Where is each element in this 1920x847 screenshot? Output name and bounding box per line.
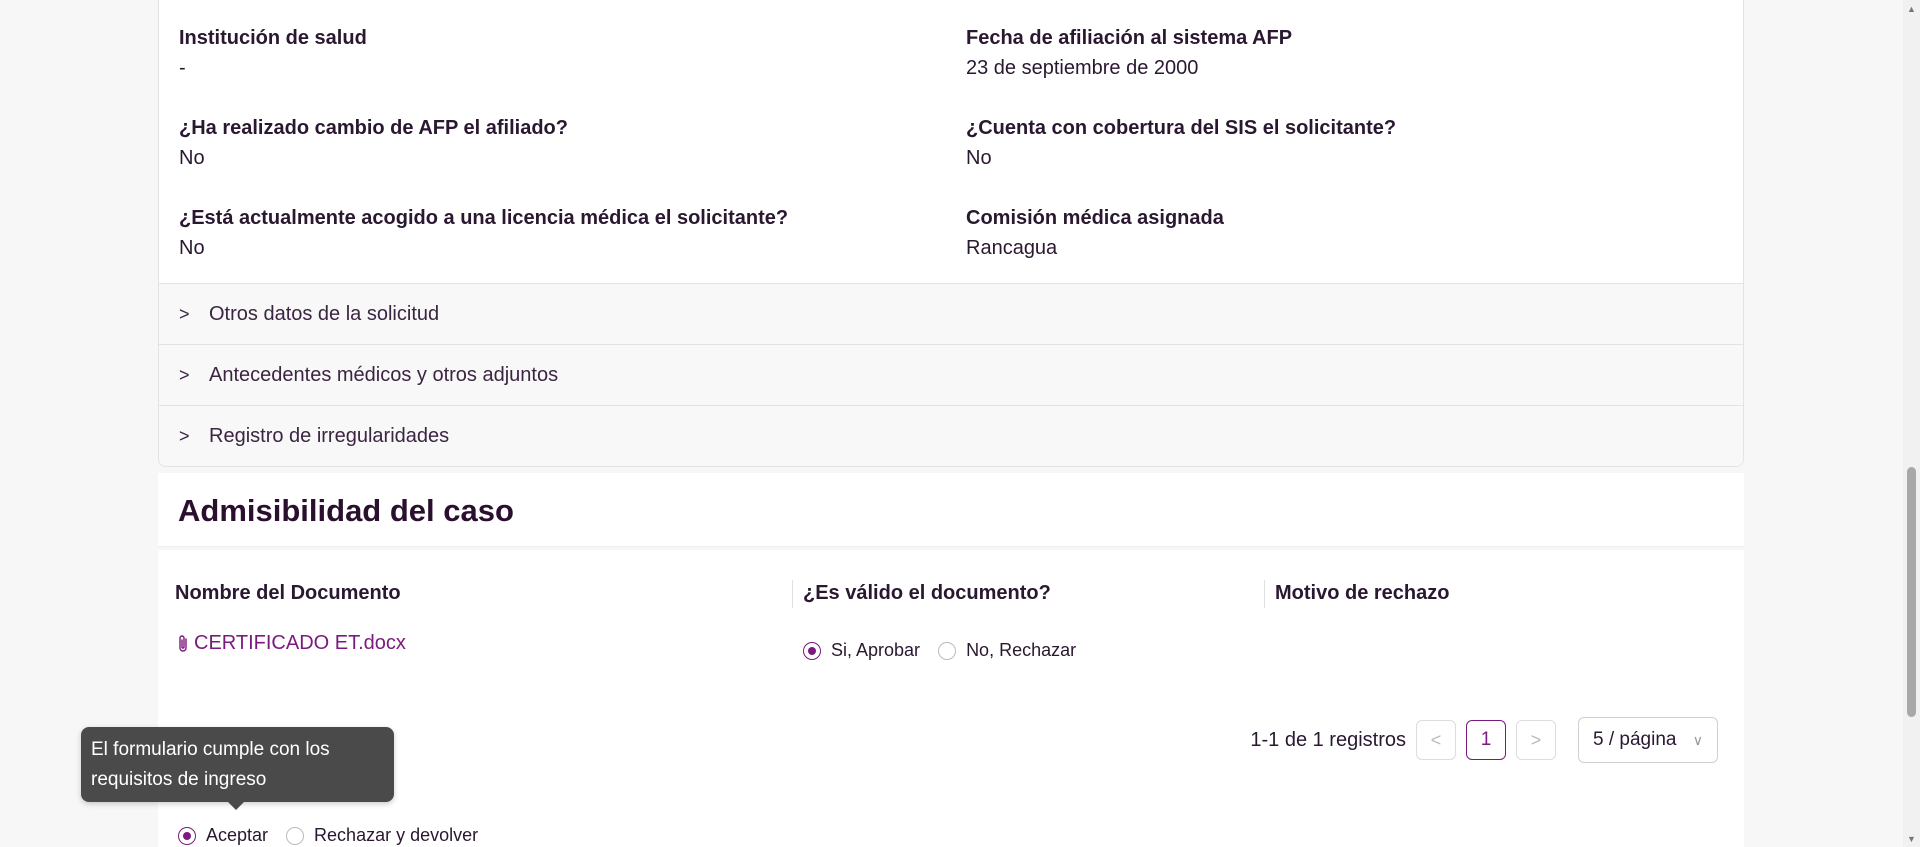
solicitud-decision-radio-group: Aceptar Rechazar y devolver	[178, 825, 496, 846]
field-licencia-medica: ¿Está actualmente acogido a una licencia…	[179, 207, 788, 260]
radio-unchecked-icon	[286, 826, 305, 845]
document-link[interactable]: CERTIFICADO ET.docx	[176, 632, 406, 655]
accordion-registro-irregularidades[interactable]: > Registro de irregularidades	[159, 405, 1743, 466]
radio-label: Rechazar y devolver	[314, 825, 479, 845]
column-divider	[1264, 580, 1265, 608]
tooltip: El formulario cumple con los requisitos …	[81, 727, 394, 810]
field-value: Rancagua	[966, 237, 1058, 259]
solicitud-info-card: Institución de salud - Fecha de afiliaci…	[158, 0, 1744, 467]
pagination: 1-1 de 1 registros < 1 > 5 / página ∨	[1250, 717, 1718, 763]
scroll-up-icon[interactable]: ▲	[1903, 0, 1920, 17]
radio-si-aprobar[interactable]: Si, Aprobar	[803, 640, 920, 661]
field-value: 23 de septiembre de 2000	[966, 57, 1199, 79]
page-size-value: 5 / página	[1593, 729, 1677, 750]
field-label: Fecha de afiliación al sistema AFP	[966, 27, 1293, 49]
field-institucion-salud: Institución de salud -	[179, 27, 367, 80]
page-size-select[interactable]: 5 / página ∨	[1578, 717, 1718, 763]
accordion-label: Otros datos de la solicitud	[209, 302, 440, 325]
field-label: ¿Ha realizado cambio de AFP el afiliado?	[179, 117, 568, 139]
accordion-antecedentes-medicos[interactable]: > Antecedentes médicos y otros adjuntos	[159, 344, 1743, 405]
field-label: ¿Está actualmente acogido a una licencia…	[179, 207, 789, 229]
chevron-right-icon: >	[179, 303, 190, 324]
field-value: -	[179, 57, 186, 79]
column-header-valido: ¿Es válido el documento?	[803, 582, 1051, 604]
radio-label: Si, Aprobar	[831, 640, 921, 660]
scroll-down-icon[interactable]: ▼	[1903, 830, 1920, 847]
accordion-label: Antecedentes médicos y otros adjuntos	[209, 363, 559, 386]
prev-page-button[interactable]: <	[1416, 720, 1456, 760]
admisibilidad-header: Admisibilidad del caso	[158, 473, 1744, 547]
accordion-label: Registro de irregularidades	[209, 424, 450, 447]
radio-aceptar[interactable]: Aceptar	[178, 825, 268, 846]
pagination-summary: 1-1 de 1 registros	[1250, 728, 1406, 751]
scrollbar-thumb[interactable]	[1907, 467, 1916, 717]
admisibilidad-table: Nombre del Documento ¿Es válido el docum…	[158, 550, 1744, 847]
radio-no-rechazar[interactable]: No, Rechazar	[938, 640, 1076, 661]
field-cambio-afp: ¿Ha realizado cambio de AFP el afiliado?…	[179, 117, 568, 170]
field-value: No	[179, 147, 205, 169]
radio-rechazar-devolver[interactable]: Rechazar y devolver	[286, 825, 478, 846]
section-title: Admisibilidad del caso	[178, 493, 514, 528]
column-header-documento: Nombre del Documento	[175, 582, 401, 604]
field-label: ¿Cuenta con cobertura del SIS el solicit…	[966, 117, 1397, 139]
vertical-scrollbar[interactable]: ▲ ▼	[1903, 0, 1920, 847]
document-valid-radio-group: Si, Aprobar No, Rechazar	[803, 640, 1094, 661]
field-cobertura-sis: ¿Cuenta con cobertura del SIS el solicit…	[966, 117, 1396, 170]
chevron-left-icon: <	[1430, 729, 1442, 750]
column-header-motivo: Motivo de rechazo	[1275, 582, 1450, 604]
chevron-right-icon: >	[179, 425, 190, 446]
field-fecha-afiliacion: Fecha de afiliación al sistema AFP 23 de…	[966, 27, 1292, 80]
accordion-otros-datos[interactable]: > Otros datos de la solicitud	[159, 283, 1743, 344]
page: Institución de salud - Fecha de afiliaci…	[0, 0, 1920, 847]
field-label: Comisión médica asignada	[966, 207, 1224, 229]
radio-checked-icon	[803, 641, 821, 660]
radio-unchecked-icon	[938, 641, 957, 660]
field-comision-medica: Comisión médica asignada Rancagua	[966, 207, 1224, 260]
radio-label: Aceptar	[206, 825, 269, 845]
field-value: No	[966, 147, 992, 169]
column-divider	[792, 580, 793, 608]
paperclip-icon	[179, 634, 187, 652]
chevron-right-icon: >	[1530, 729, 1542, 750]
radio-label: No, Rechazar	[966, 640, 1077, 660]
radio-checked-icon	[178, 826, 196, 845]
field-label: Institución de salud	[179, 27, 367, 49]
chevron-down-icon: ∨	[1692, 731, 1703, 748]
chevron-right-icon: >	[179, 364, 190, 385]
page-button-current[interactable]: 1	[1466, 720, 1506, 760]
field-value: No	[179, 237, 205, 259]
document-name: CERTIFICADO ET.docx	[194, 632, 406, 654]
next-page-button[interactable]: >	[1516, 720, 1556, 760]
